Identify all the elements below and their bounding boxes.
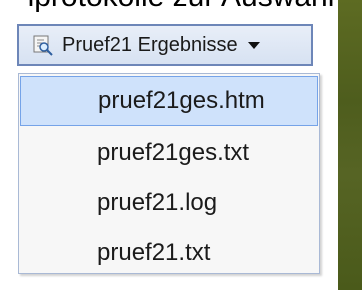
menu-item-pruef21ges-htm[interactable]: pruef21ges.htm: [20, 76, 318, 126]
menu-item-pruef21-log[interactable]: pruef21.log: [20, 178, 318, 228]
results-dropdown-menu: pruef21ges.htm pruef21ges.txt pruef21.lo…: [18, 73, 320, 274]
dropdown-label: Pruef21 Ergebnisse: [62, 33, 238, 56]
menu-item-label: pruef21.txt: [97, 239, 211, 266]
chevron-down-icon: [247, 41, 260, 49]
menu-item-label: pruef21ges.htm: [98, 87, 265, 114]
background-strip: [338, 0, 362, 290]
preview-icon: [32, 34, 54, 56]
menu-item-pruef21ges-txt[interactable]: pruef21ges.txt: [20, 128, 318, 178]
pruef21-results-dropdown-button[interactable]: Pruef21 Ergebnisse: [17, 24, 313, 66]
menu-item-pruef21-txt[interactable]: pruef21.txt: [20, 228, 318, 278]
menu-item-label: pruef21.log: [97, 189, 218, 216]
background-caption: lprotokolle zur Auswahl: [0, 0, 362, 14]
menu-item-label: pruef21ges.txt: [97, 139, 250, 166]
